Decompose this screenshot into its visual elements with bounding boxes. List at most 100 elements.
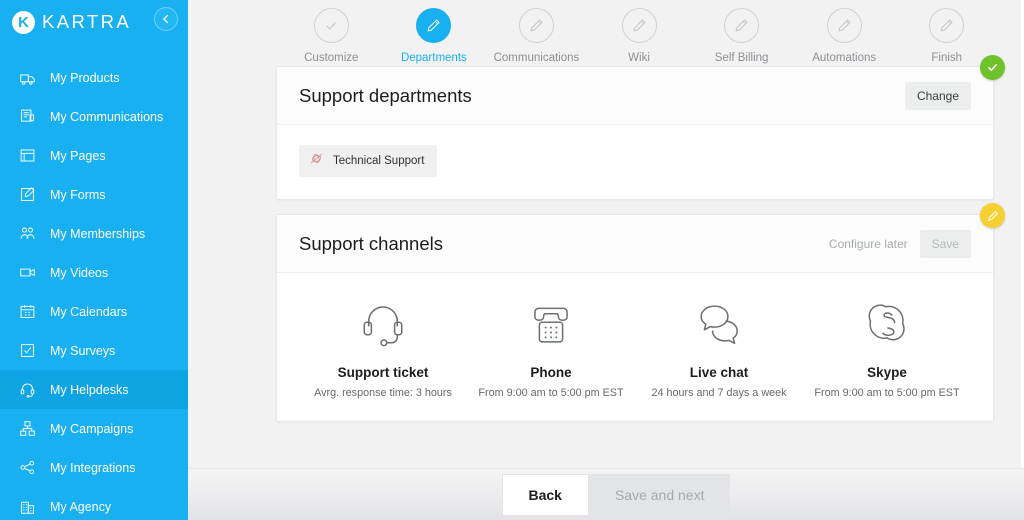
channel-subtitle: 24 hours and 7 days a week xyxy=(651,387,787,399)
department-tag-label: Technical Support xyxy=(333,155,425,167)
sidebar-item-label: My Forms xyxy=(50,187,106,202)
pencil-icon xyxy=(987,210,998,221)
channel-name: Skype xyxy=(867,365,907,380)
step-label: Automations xyxy=(812,52,877,64)
sidebar-item-my-campaigns[interactable]: My Campaigns xyxy=(0,409,188,448)
communications-icon xyxy=(18,107,37,126)
card-body: Support ticket Avrg. response time: 3 ho… xyxy=(277,273,993,421)
check-icon xyxy=(988,63,997,72)
pencil-icon xyxy=(940,19,953,32)
status-badge-editing[interactable] xyxy=(980,203,1005,228)
pencil-icon xyxy=(838,19,851,32)
sidebar-item-my-helpdesks[interactable]: My Helpdesks xyxy=(0,370,188,409)
kartra-logo-icon: K xyxy=(12,10,35,34)
calendars-icon xyxy=(18,302,37,321)
section-title: Support channels xyxy=(299,232,443,254)
sidebar-item-label: My Helpdesks xyxy=(50,382,129,397)
channel-support-ticket[interactable]: Support ticket Avrg. response time: 3 ho… xyxy=(299,293,467,399)
helpdesk-icon xyxy=(18,380,37,399)
sidebar-item-label: My Memberships xyxy=(50,226,146,241)
telephone-icon xyxy=(526,293,576,349)
main-content: Customize Departments Communications Wik… xyxy=(188,0,1024,520)
step-circle xyxy=(621,8,657,43)
save-and-next-button[interactable]: Save and next xyxy=(588,473,731,516)
videos-icon xyxy=(18,263,37,282)
sidebar-item-label: My Agency xyxy=(50,499,112,514)
sidebar-item-my-surveys[interactable]: My Surveys xyxy=(0,331,188,370)
save-button[interactable]: Save xyxy=(919,229,971,258)
sidebar-nav: My Products My Communications My Pages M… xyxy=(0,58,188,520)
sidebar-item-label: My Surveys xyxy=(50,343,116,358)
channel-name: Live chat xyxy=(689,365,749,380)
channel-live-chat[interactable]: Live chat 24 hours and 7 days a week xyxy=(635,293,803,399)
card-header-actions: Configure later Save xyxy=(829,229,971,258)
sidebar-item-my-products[interactable]: My Products xyxy=(0,58,188,97)
wizard-steps: Customize Departments Communications Wik… xyxy=(188,0,1024,66)
sidebar-item-my-videos[interactable]: My Videos xyxy=(0,253,188,292)
sidebar: K KARTRA My Products My Communications M… xyxy=(0,0,188,520)
channels-list: Support ticket Avrg. response time: 3 ho… xyxy=(299,293,971,399)
step-self-billing[interactable]: Self Billing xyxy=(690,8,793,64)
campaigns-icon xyxy=(18,419,37,438)
brand-name: KARTRA xyxy=(42,11,132,32)
pages-icon xyxy=(18,146,37,165)
sidebar-item-my-forms[interactable]: My Forms xyxy=(0,175,188,214)
sidebar-item-my-agency[interactable]: My Agency xyxy=(0,487,188,520)
sidebar-item-label: My Pages xyxy=(50,148,106,163)
agency-icon xyxy=(18,497,37,516)
step-label: Self Billing xyxy=(714,52,769,64)
footer-actions: Back Save and next xyxy=(501,473,731,516)
configure-later-link[interactable]: Configure later xyxy=(829,237,908,251)
integrations-icon xyxy=(18,458,37,477)
sidebar-item-my-pages[interactable]: My Pages xyxy=(0,136,188,175)
step-communications[interactable]: Communications xyxy=(485,8,588,64)
step-wiki[interactable]: Wiki xyxy=(588,8,691,64)
step-label: Finish xyxy=(931,52,963,64)
sidebar-item-label: My Videos xyxy=(50,265,109,280)
chevron-left-icon xyxy=(163,14,169,24)
card-header: Support departments Change xyxy=(277,67,993,125)
step-customize[interactable]: Customize xyxy=(280,8,383,64)
change-button[interactable]: Change xyxy=(904,81,971,110)
pencil-icon xyxy=(427,19,441,32)
department-icon xyxy=(309,152,324,170)
sidebar-item-my-integrations[interactable]: My Integrations xyxy=(0,448,188,487)
status-badge-complete[interactable] xyxy=(980,55,1005,80)
pencil-icon xyxy=(530,19,543,32)
step-circle xyxy=(313,8,349,43)
step-label: Customize xyxy=(304,52,359,64)
channel-name: Phone xyxy=(530,365,572,380)
step-label: Departments xyxy=(400,52,467,64)
products-icon xyxy=(18,68,37,87)
channel-phone[interactable]: Phone From 9:00 am to 5:00 pm EST xyxy=(467,293,635,399)
pencil-icon xyxy=(632,19,646,32)
step-circle xyxy=(929,8,965,43)
page-title: Support departments xyxy=(299,84,472,106)
support-channels-card: Support channels Configure later Save Su… xyxy=(276,203,1005,422)
sidebar-item-label: My Integrations xyxy=(50,460,136,475)
back-button[interactable]: Back xyxy=(501,473,589,516)
step-departments[interactable]: Departments xyxy=(383,8,486,64)
sidebar-header: K KARTRA xyxy=(0,0,188,44)
sidebar-item-my-calendars[interactable]: My Calendars xyxy=(0,292,188,331)
surveys-icon xyxy=(18,341,37,360)
sidebar-item-my-memberships[interactable]: My Memberships xyxy=(0,214,188,253)
brand-logo[interactable]: K KARTRA xyxy=(12,10,132,34)
headset-icon xyxy=(358,293,408,349)
step-label: Communications xyxy=(493,52,580,64)
channel-subtitle: From 9:00 am to 5:00 pm EST xyxy=(814,387,960,399)
step-label: Wiki xyxy=(628,52,650,64)
card-body: Technical Support xyxy=(277,125,993,199)
sidebar-collapse-button[interactable] xyxy=(154,7,178,31)
skype-icon xyxy=(861,293,913,349)
channel-skype[interactable]: Skype From 9:00 am to 5:00 pm EST xyxy=(803,293,971,399)
department-tag[interactable]: Technical Support xyxy=(299,145,438,177)
step-automations[interactable]: Automations xyxy=(793,8,896,64)
sidebar-item-my-communications[interactable]: My Communications xyxy=(0,97,188,136)
sidebar-item-label: My Products xyxy=(50,70,120,85)
forms-icon xyxy=(18,185,37,204)
channel-name: Support ticket xyxy=(337,365,429,380)
card-header: Support channels Configure later Save xyxy=(277,215,993,273)
sidebar-item-label: My Communications xyxy=(50,109,164,124)
step-finish[interactable]: Finish xyxy=(895,8,998,64)
